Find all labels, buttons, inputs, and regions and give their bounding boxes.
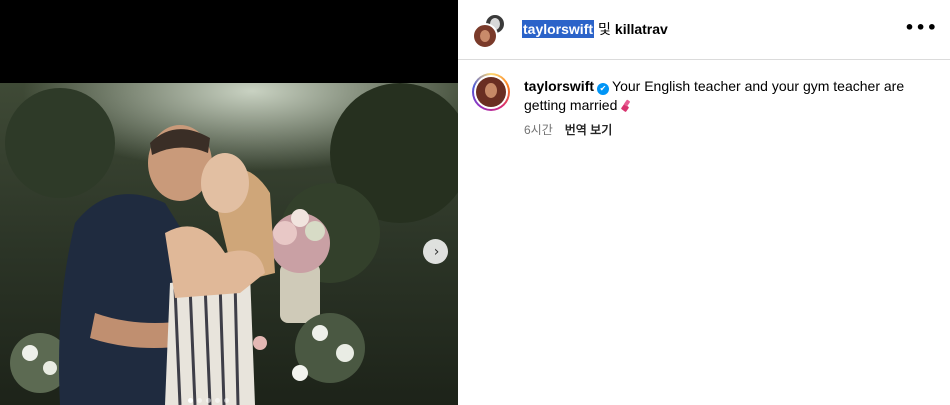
caption-meta: 6시간 번역 보기: [524, 121, 944, 140]
carousel-dot: [224, 398, 229, 403]
post-time[interactable]: 6시간: [524, 121, 553, 140]
caption-username-link[interactable]: taylorswift: [524, 78, 594, 94]
media-panel: ›: [0, 0, 458, 405]
header-usernames: taylorswift 및 killatrav: [522, 19, 668, 39]
verified-badge-icon: ✔: [597, 83, 610, 95]
chevron-right-icon: ›: [433, 243, 440, 260]
more-options-icon[interactable]: •••: [904, 18, 938, 37]
header-username-link[interactable]: taylorswift: [522, 20, 595, 38]
carousel-dot: [188, 398, 193, 403]
post-sidebar: taylorswift 및 killatrav ••• taylorswift ✔…: [458, 0, 950, 405]
carousel-dot: [206, 398, 211, 403]
post-header: taylorswift 및 killatrav •••: [458, 0, 950, 60]
translate-button[interactable]: 번역 보기: [565, 121, 613, 140]
caption-body: taylorswift ✔ Your English teacher and you…: [524, 77, 944, 140]
post-photo: [0, 83, 458, 405]
carousel-dots: [188, 398, 229, 403]
collab-avatars[interactable]: [472, 13, 508, 49]
conjunction-text: 및: [598, 21, 611, 37]
caption-avatar[interactable]: [472, 73, 510, 111]
carousel-dot: [197, 398, 202, 403]
collaborator-link[interactable]: killatrav: [615, 21, 668, 37]
lipstick-emoji-icon: [620, 98, 632, 112]
carousel-dot: [215, 398, 220, 403]
avatar: [472, 23, 498, 49]
next-photo-button[interactable]: ›: [423, 239, 448, 264]
